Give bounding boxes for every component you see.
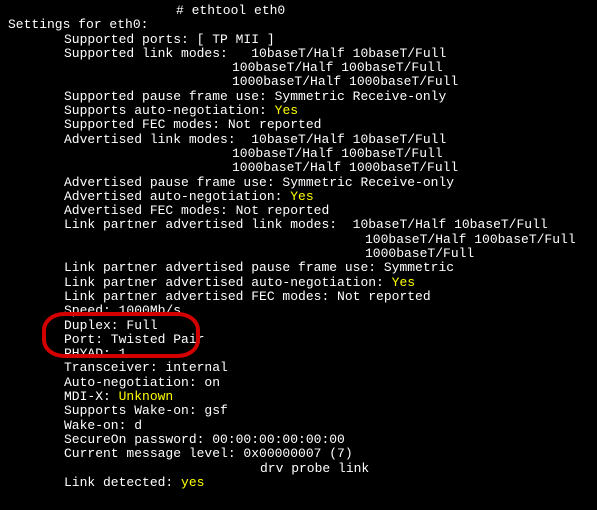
auto-neg-value: Yes — [392, 275, 415, 290]
message-level: Current message level: 0x00000007 (7) — [8, 447, 589, 461]
lp-pause: Link partner advertised pause frame use:… — [8, 261, 589, 275]
auto-neg-value: Yes — [290, 189, 313, 204]
lp-auto-negotiation: Link partner advertised auto-negotiation… — [8, 276, 589, 290]
lp-link-modes: Link partner advertised link modes: 10ba… — [8, 218, 589, 232]
advertised-link-modes: Advertised link modes: 10baseT/Half 10ba… — [8, 133, 589, 147]
mdix-value: Unknown — [119, 389, 174, 404]
transceiver-line: Transceiver: internal — [8, 361, 589, 375]
advertised-auto-negotiation: Advertised auto-negotiation: Yes — [8, 190, 589, 204]
duplex-line: Duplex: Full — [8, 319, 589, 333]
supported-pause: Supported pause frame use: Symmetric Rec… — [8, 90, 589, 104]
auto-negotiation-line: Auto-negotiation: on — [8, 376, 589, 390]
port-line: Port: Twisted Pair — [8, 333, 589, 347]
supported-link-modes-cont: 1000baseT/Half 1000baseT/Full — [8, 75, 589, 89]
supports-wake-on: Supports Wake-on: gsf — [8, 404, 589, 418]
advertised-fec: Advertised FEC modes: Not reported — [8, 204, 589, 218]
secureon-password: SecureOn password: 00:00:00:00:00:00 — [8, 433, 589, 447]
phyad-line: PHYAD: 1 — [8, 347, 589, 361]
advertised-link-modes-cont: 100baseT/Half 100baseT/Full — [8, 147, 589, 161]
lp-fec: Link partner advertised FEC modes: Not r… — [8, 290, 589, 304]
wake-on: Wake-on: d — [8, 419, 589, 433]
supported-fec: Supported FEC modes: Not reported — [8, 118, 589, 132]
auto-neg-value: Yes — [275, 103, 298, 118]
advertised-link-modes-cont: 1000baseT/Half 1000baseT/Full — [8, 161, 589, 175]
lp-link-modes-cont: 1000baseT/Full — [8, 247, 589, 261]
terminal-output: # ethtool eth0 Settings for eth0: Suppor… — [8, 4, 589, 490]
command-line: # ethtool eth0 — [8, 4, 589, 18]
lp-link-modes-cont: 100baseT/Half 100baseT/Full — [8, 233, 589, 247]
mdix-line: MDI-X: Unknown — [8, 390, 589, 404]
settings-header: Settings for eth0: — [8, 18, 589, 32]
message-level-detail: drv probe link — [8, 462, 589, 476]
supports-auto-negotiation: Supports auto-negotiation: Yes — [8, 104, 589, 118]
link-detected-value: yes — [181, 475, 204, 490]
speed-line: Speed: 1000Mb/s — [8, 304, 589, 318]
link-detected: Link detected: yes — [8, 476, 589, 490]
supported-ports: Supported ports: [ TP MII ] — [8, 33, 589, 47]
supported-link-modes-cont: 100baseT/Half 100baseT/Full — [8, 61, 589, 75]
advertised-pause: Advertised pause frame use: Symmetric Re… — [8, 176, 589, 190]
supported-link-modes: Supported link modes: 10baseT/Half 10bas… — [8, 47, 589, 61]
